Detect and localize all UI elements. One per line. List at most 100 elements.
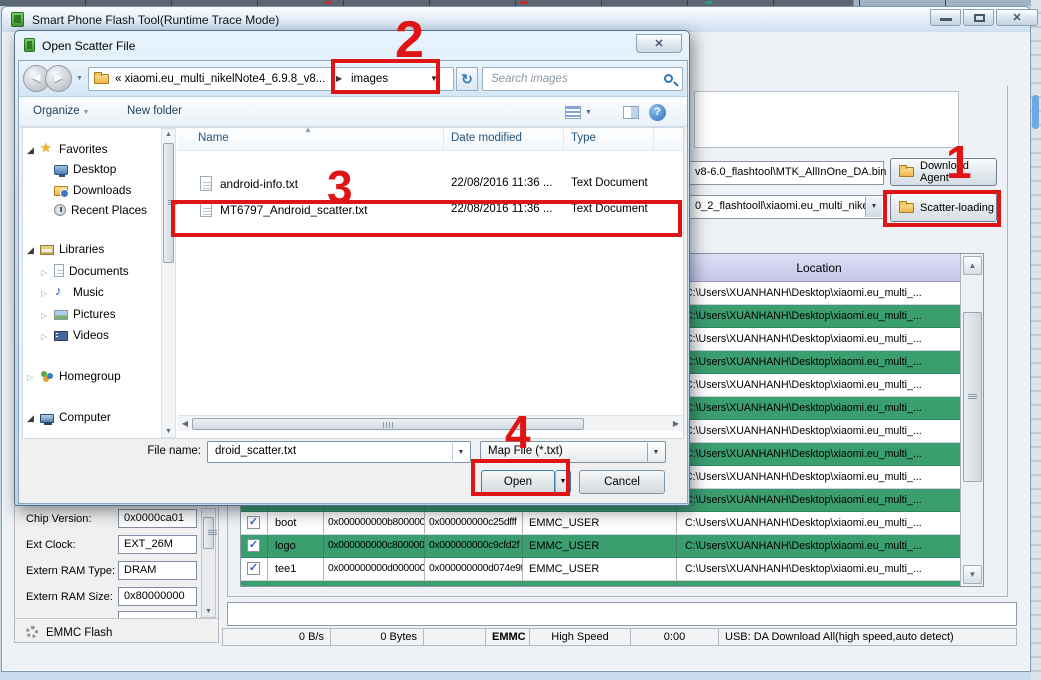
partition-location: C:\Users\XUANHANH\Desktop\xiaomi.eu_mult… — [677, 397, 961, 419]
scroll-down-icon[interactable]: ▼ — [963, 565, 982, 584]
search-box — [482, 67, 683, 91]
list-horizontal-scrollbar[interactable]: ◀ ▶ — [178, 415, 683, 431]
dialog-app-icon — [24, 38, 35, 52]
close-button[interactable] — [996, 9, 1038, 26]
scroll-left-icon[interactable]: ◀ — [179, 418, 191, 430]
help-icon[interactable]: ? — [649, 104, 666, 121]
tree-item-favorites[interactable]: ◢Favorites — [27, 142, 108, 161]
search-input[interactable] — [483, 68, 682, 90]
tree-scrollbar[interactable]: ▲ ▼ — [161, 128, 176, 438]
dialog-toolbar: Organize▼ New folder ▼ ? — [19, 97, 687, 127]
tree-expander-icon[interactable]: ▷ — [27, 373, 40, 382]
tree-item-desktop[interactable]: Desktop — [41, 162, 116, 181]
chevron-down-icon[interactable]: ▼ — [865, 197, 882, 217]
chevron-down-icon[interactable]: ▼ — [585, 109, 592, 116]
annotation-box-scatter-file — [171, 200, 682, 237]
panel-scrollbar[interactable]: ▼ — [201, 508, 216, 618]
organize-menu[interactable]: Organize▼ — [33, 105, 90, 117]
cancel-button[interactable]: Cancel — [579, 470, 665, 494]
tree-item-pictures[interactable]: ▷ Pictures — [41, 307, 116, 326]
preview-pane-icon[interactable] — [623, 106, 639, 119]
minimize-icon — [940, 18, 952, 21]
chevron-down-icon[interactable]: ▼ — [647, 443, 664, 463]
scroll-right-icon[interactable]: ▶ — [670, 418, 682, 430]
partition-checkbox[interactable]: ✓ — [241, 558, 268, 580]
table-vertical-scrollbar[interactable]: ▲ ▼ — [960, 254, 984, 586]
column-header-date[interactable]: Date modified — [451, 132, 522, 144]
download-agent-button[interactable]: Download Agent — [890, 158, 997, 186]
chevron-down-icon[interactable]: ▼ — [452, 443, 469, 463]
file-row[interactable]: android-info.txt22/08/2016 11:36 ...Text… — [178, 172, 683, 197]
flash-tool-app-icon — [11, 12, 24, 27]
new-folder-button[interactable]: New folder — [127, 105, 182, 117]
status-time: 0:00 — [631, 628, 719, 646]
column-header-name[interactable]: Name — [198, 132, 229, 144]
annotation-number-4: 4 — [505, 409, 531, 455]
tree-item-label: Computer — [59, 410, 111, 424]
chip-info-value: EXT_26M — [118, 535, 197, 554]
search-icon[interactable] — [664, 74, 673, 83]
tree-expander-icon[interactable]: ◢ — [27, 245, 40, 256]
scrollbar-thumb[interactable] — [963, 312, 982, 482]
partition-table-row[interactable] — [241, 581, 960, 587]
scroll-up-icon[interactable]: ▲ — [963, 256, 982, 275]
sort-ascending-icon: ▲ — [304, 125, 312, 134]
file-list-header: Name ▲ Date modified Type — [178, 128, 683, 151]
refresh-icon: ↻ — [461, 71, 473, 87]
views-icon[interactable] — [565, 106, 581, 119]
tree-item-libraries[interactable]: ◢Libraries — [27, 242, 104, 261]
partition-table-row[interactable]: ✓tee10x000000000d0000000x000000000d074e9… — [241, 558, 960, 581]
tree-item-documents[interactable]: ▷Documents — [41, 264, 129, 283]
dialog-close-button[interactable] — [636, 34, 682, 53]
partition-table-row[interactable]: ✓logo0x000000000c8000000x000000000c9cfd2… — [241, 535, 960, 558]
history-dropdown-icon[interactable]: ▼ — [76, 75, 83, 82]
tree-expander-icon[interactable]: ▷ — [41, 332, 54, 341]
file-name: android-info.txt — [220, 177, 298, 191]
flash-tool-title: Smart Phone Flash Tool(Runtime Trace Mod… — [32, 13, 279, 27]
breadcrumb-parent[interactable]: « xiaomi.eu_multi_nikelNote4_6.9.8_v8... — [115, 68, 332, 90]
tree-item-music[interactable]: ▷Music — [41, 285, 104, 304]
libraries-icon — [40, 245, 54, 255]
tree-item-computer[interactable]: ◢ Computer — [27, 410, 111, 429]
refresh-button[interactable]: ↻ — [456, 67, 478, 91]
partition-end-address: 0x000000000c9cfd2f — [425, 535, 523, 557]
videos-icon — [54, 331, 68, 341]
tree-item-homegroup[interactable]: ▷Homegroup — [27, 369, 121, 388]
partition-end-address: 0x000000000c25dfff — [425, 512, 523, 534]
homegroup-icon — [40, 370, 54, 382]
column-divider — [443, 128, 444, 151]
tree-expander-icon[interactable]: ▷ — [41, 311, 54, 320]
scrollbar-thumb[interactable] — [203, 517, 214, 549]
tree-expander-icon[interactable]: ▷ — [41, 289, 54, 298]
partition-checkbox[interactable]: ✓ — [241, 535, 268, 557]
status-usb: USB: DA Download All(high speed,auto det… — [719, 628, 1017, 646]
checkmark-icon: ✓ — [247, 516, 260, 529]
tree-expander-icon[interactable]: ◢ — [27, 413, 40, 424]
file-name-combobox[interactable]: droid_scatter.txt ▼ — [207, 441, 471, 463]
tree-expander-icon[interactable]: ◢ — [27, 145, 40, 156]
minimize-button[interactable] — [930, 9, 961, 26]
tree-item-downloads[interactable]: Downloads — [41, 183, 131, 202]
status-speed: 0 B/s — [222, 628, 331, 646]
forward-button[interactable]: ▶ — [45, 65, 72, 92]
partition-checkbox[interactable]: ✓ — [241, 512, 268, 534]
file-type: Text Document — [571, 177, 648, 189]
scroll-down-icon[interactable]: ▼ — [205, 608, 212, 615]
partition-location: C:\Users\XUANHANH\Desktop\xiaomi.eu_mult… — [677, 305, 961, 327]
chip-info-label: Chip Version: — [26, 513, 91, 525]
column-header-type[interactable]: Type — [571, 132, 596, 144]
tree-item-label: Pictures — [73, 307, 116, 321]
tree-item-recent-places[interactable]: Recent Places — [41, 203, 147, 222]
partition-location: C:\Users\XUANHANH\Desktop\xiaomi.eu_mult… — [677, 489, 961, 511]
scroll-up-icon[interactable]: ▲ — [165, 131, 172, 138]
scroll-down-icon[interactable]: ▼ — [165, 428, 172, 435]
partition-table-row[interactable]: ✓boot0x000000000b8000000x000000000c25dff… — [241, 512, 960, 535]
location-column-header[interactable]: Location — [677, 254, 961, 282]
maximize-button[interactable] — [963, 9, 994, 26]
folder-icon — [899, 167, 914, 177]
explorer-area: ◢FavoritesDesktop DownloadsRecent Places ◢… — [22, 127, 684, 439]
dialog-title: Open Scatter File — [42, 39, 135, 53]
tree-item-videos[interactable]: ▷Videos — [41, 328, 109, 347]
tree-expander-icon[interactable]: ▷ — [41, 268, 54, 277]
documents-icon — [54, 264, 64, 277]
